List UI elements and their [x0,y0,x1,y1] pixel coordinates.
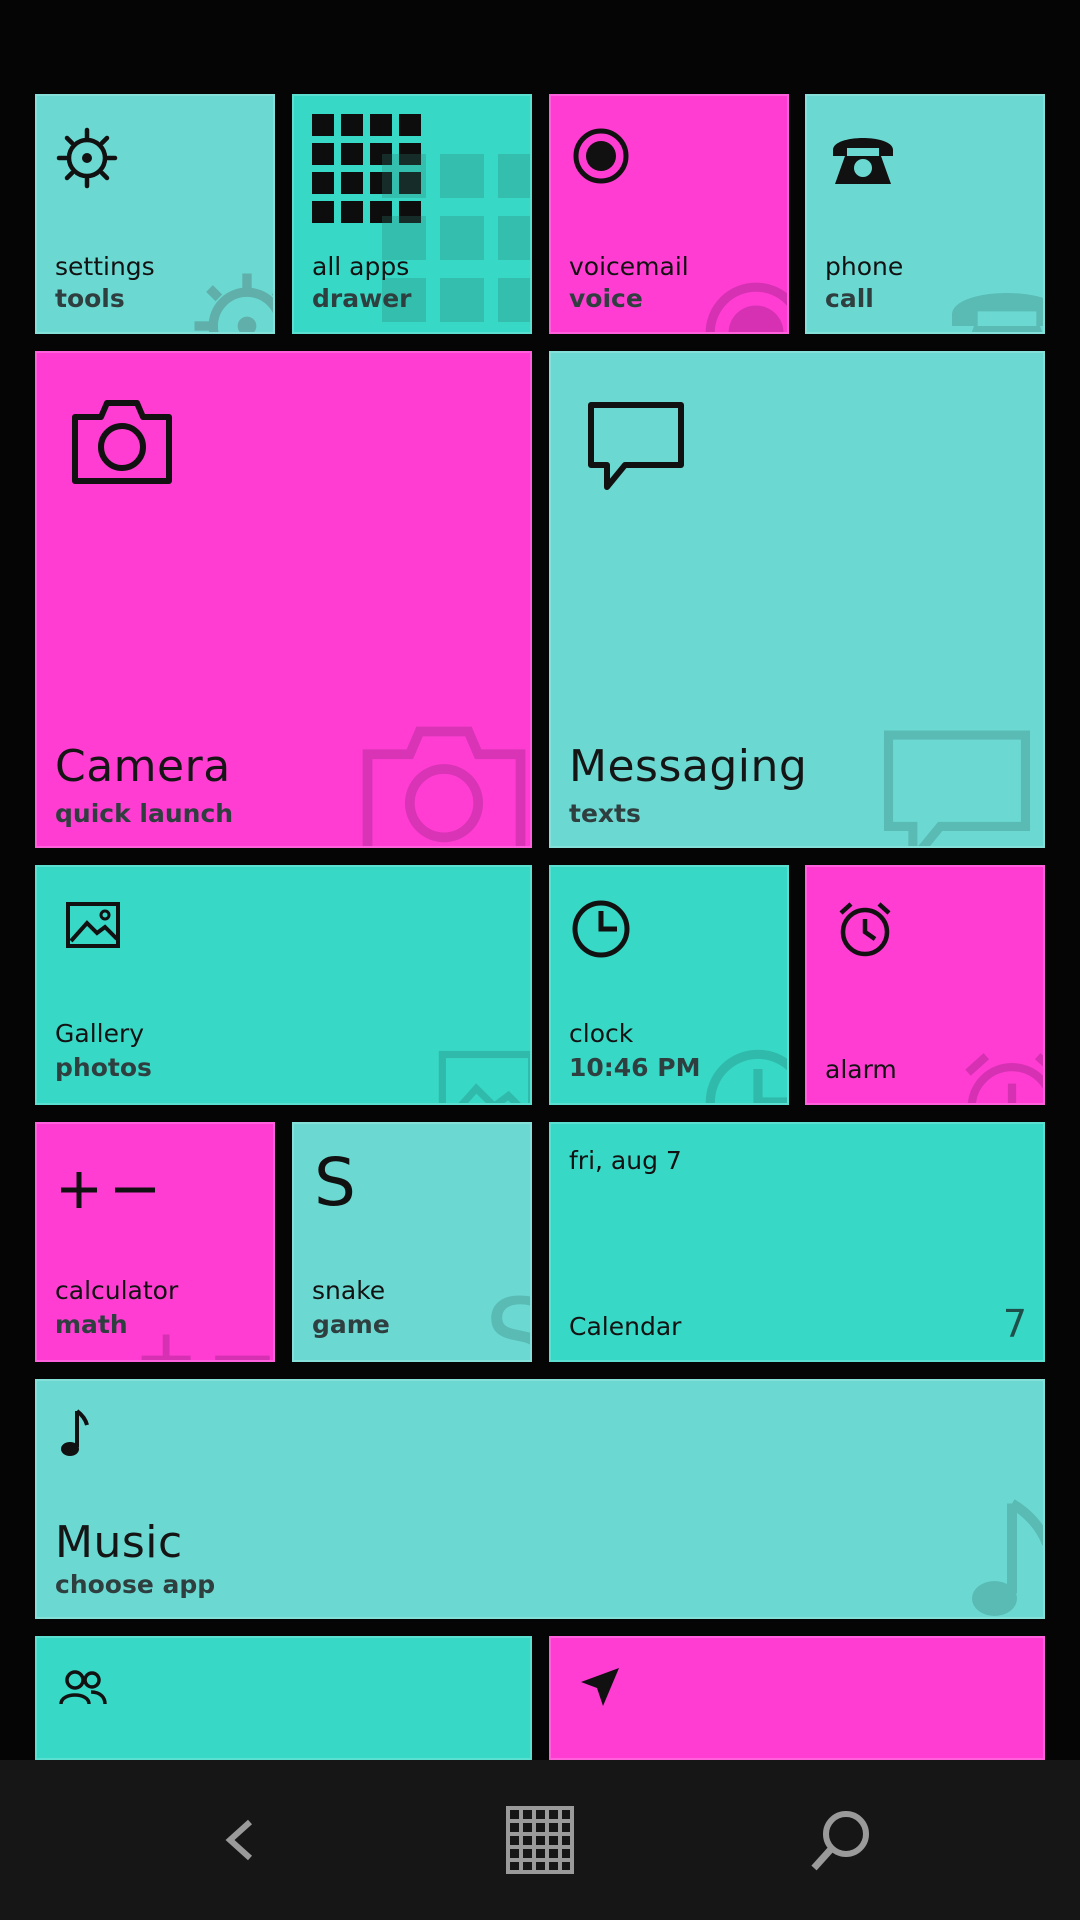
clock-watermark-icon [705,1049,787,1103]
tile-subtitle: tools [55,284,125,313]
tile-subtitle: game [312,1310,390,1339]
tile-settings[interactable]: settings tools [35,94,275,334]
tile-title: all apps [312,252,410,281]
record-icon [573,128,629,184]
camera-icon [72,400,172,484]
tile-title: Messaging [569,741,808,792]
search-button[interactable] [740,1760,940,1920]
plus-minus-icon [61,1172,155,1208]
grid-icon [506,1806,574,1874]
tile-calendar[interactable]: fri, aug 7 Calendar 7 [549,1122,1045,1362]
tile-clock[interactable]: clock 10:46 PM [549,865,789,1105]
clock-icon [572,900,630,958]
music-note-watermark-icon [972,1499,1043,1616]
tile-title: clock [569,1019,634,1048]
snake-letter-icon: S [314,1144,356,1221]
tile-title: voicemail [569,252,689,281]
camera-watermark-icon [362,726,526,846]
navigation-bar [0,1760,1080,1920]
back-button[interactable] [140,1760,340,1920]
tile-calculator[interactable]: calculator math [35,1122,275,1362]
tile-title: snake [312,1276,386,1305]
phone-icon [833,138,893,184]
tile-phone[interactable]: phone call [805,94,1045,334]
tile-subtitle: texts [569,799,641,828]
tile-messaging[interactable]: Messaging texts [549,351,1045,848]
tile-subtitle: call [825,284,874,313]
tile-subtitle: drawer [312,284,412,313]
back-icon [225,1819,253,1861]
music-note-icon [61,1409,89,1456]
tile-title: alarm [825,1055,897,1084]
tile-subtitle: choose app [55,1570,216,1599]
alarm-clock-icon [839,902,891,957]
calendar-day-number: 7 [1002,1302,1027,1346]
phone-watermark-icon [952,293,1043,332]
gear-watermark-icon [194,273,273,332]
message-icon [588,402,684,490]
tile-people[interactable] [35,1636,532,1760]
tile-music[interactable]: Music choose app [35,1379,1045,1619]
tile-title: Camera [55,741,231,792]
tile-subtitle: 10:46 PM [569,1053,701,1082]
snake-watermark-icon: S [484,1284,530,1360]
tile-title: Gallery [55,1019,145,1048]
home-button[interactable] [440,1760,640,1920]
tile-title: Calendar [569,1312,682,1341]
record-watermark-icon [705,282,787,332]
tile-title: settings [55,252,155,281]
tile-subtitle: photos [55,1053,152,1082]
message-watermark-icon [883,730,1031,846]
tile-maps[interactable] [549,1636,1045,1760]
people-icon [59,1670,107,1705]
image-icon [66,902,120,948]
tile-subtitle: voice [569,284,643,313]
tile-gallery[interactable]: Gallery photos [35,865,532,1105]
alarm-watermark-icon [965,1053,1043,1103]
tile-title: Music [55,1517,183,1568]
image-watermark-icon [438,1050,530,1103]
gear-icon [56,127,118,189]
calendar-date: fri, aug 7 [569,1146,682,1175]
tile-snake[interactable]: S S snake game [292,1122,532,1362]
tile-camera[interactable]: Camera quick launch [35,351,532,848]
tile-subtitle: math [55,1310,128,1339]
tile-subtitle: quick launch [55,799,234,828]
tile-title: calculator [55,1276,179,1305]
search-icon [811,1811,869,1871]
tile-title: phone [825,252,904,281]
tile-alarm[interactable]: alarm [805,865,1045,1105]
tile-voicemail[interactable]: voicemail voice [549,94,789,334]
plus-minus-watermark-icon [141,1334,270,1360]
tile-all-apps[interactable]: all apps drawer [292,94,532,334]
navigation-arrow-icon [581,1668,619,1706]
